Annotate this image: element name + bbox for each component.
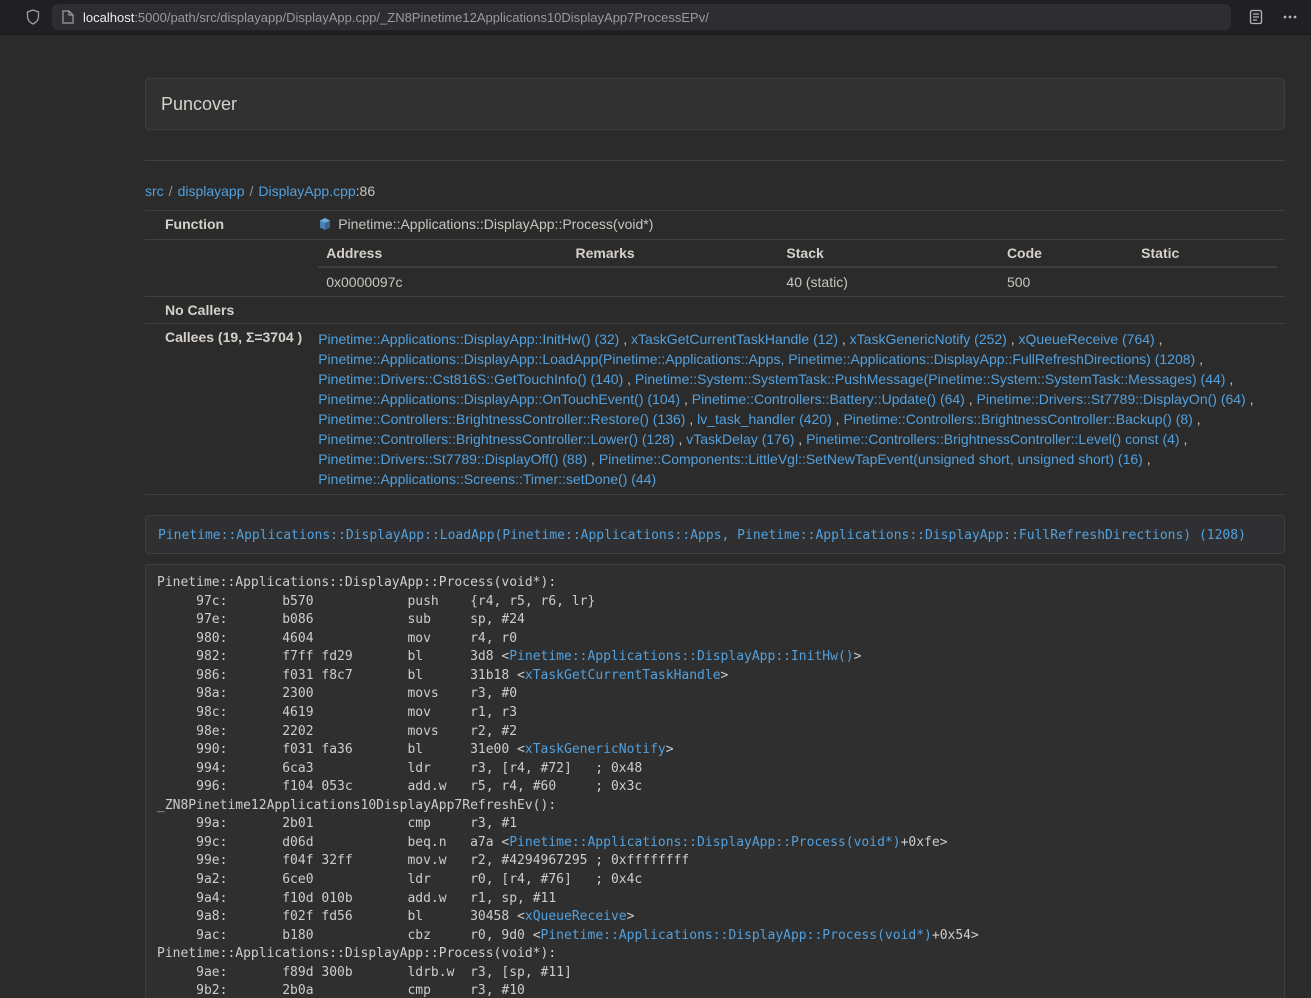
breadcrumb-line-number: :86 — [356, 183, 375, 199]
callee-panel: Pinetime::Applications::DisplayApp::Load… — [145, 515, 1285, 554]
callee-link[interactable]: xTaskGenericNotify (252) — [850, 331, 1007, 347]
url-bar[interactable]: localhost:5000/path/src/displayapp/Displ… — [52, 4, 1231, 30]
callee-link[interactable]: xQueueReceive (764) — [1019, 331, 1155, 347]
callee-link[interactable]: Pinetime::Drivers::St7789::DisplayOn() (… — [977, 391, 1246, 407]
overflow-menu-icon[interactable] — [1279, 6, 1301, 28]
callees-list: Pinetime::Applications::DisplayApp::Init… — [310, 324, 1285, 495]
page-content: Puncover src/displayapp/DisplayApp.cpp:8… — [145, 35, 1285, 998]
callee-link[interactable]: Pinetime::Applications::DisplayApp::Load… — [318, 351, 1195, 367]
callee-link[interactable]: Pinetime::Components::LittleVgl::SetNewT… — [599, 451, 1143, 467]
stack-value: 40 (static) — [778, 267, 999, 296]
stats-table: Address Remarks Stack Code Static 0x0000… — [318, 240, 1277, 296]
symbol-link[interactable]: Pinetime::Applications::DisplayApp::Init… — [509, 649, 853, 664]
callee-link[interactable]: Pinetime::Applications::DisplayApp::OnTo… — [318, 391, 680, 407]
function-row: Function Pinetime::Applications::Display… — [145, 211, 1285, 240]
col-header-static: Static — [1133, 240, 1277, 267]
function-name: Pinetime::Applications::DisplayApp::Proc… — [338, 216, 653, 232]
callee-link[interactable]: xTaskGetCurrentTaskHandle (12) — [631, 331, 838, 347]
col-header-address: Address — [318, 240, 567, 267]
col-header-stack: Stack — [778, 240, 999, 267]
callee-link[interactable]: Pinetime::System::SystemTask::PushMessag… — [635, 371, 1226, 387]
callee-link[interactable]: vTaskDelay (176) — [686, 431, 794, 447]
callees-row: Callees (19, Σ=3704 ) Pinetime::Applicat… — [145, 324, 1285, 495]
callee-link[interactable]: Pinetime::Controllers::BrightnessControl… — [318, 431, 674, 447]
divider — [145, 160, 1285, 161]
reader-view-icon[interactable] — [1245, 6, 1267, 28]
callee-heading-link[interactable]: Pinetime::Applications::DisplayApp::Load… — [158, 528, 1246, 543]
breadcrumb-separator: / — [169, 183, 173, 199]
document-icon — [61, 6, 75, 28]
function-label: Function — [145, 211, 310, 240]
symbol-link[interactable]: Pinetime::Applications::DisplayApp::Proc… — [509, 835, 900, 850]
callee-link[interactable]: Pinetime::Applications::Screens::Timer::… — [318, 471, 656, 487]
breadcrumb-link-file[interactable]: DisplayApp.cpp — [258, 183, 355, 199]
callee-link[interactable]: Pinetime::Applications::DisplayApp::Init… — [318, 331, 619, 347]
col-header-remarks: Remarks — [568, 240, 779, 267]
no-callers-row: No Callers — [145, 297, 1285, 324]
col-header-code: Code — [999, 240, 1133, 267]
code-value: 500 — [999, 267, 1133, 296]
browser-toolbar: localhost:5000/path/src/displayapp/Displ… — [0, 0, 1311, 35]
symbol-table: Function Pinetime::Applications::Display… — [145, 210, 1285, 495]
brand-link[interactable]: Puncover — [161, 94, 237, 115]
url-host: localhost — [83, 10, 134, 25]
callee-link[interactable]: Pinetime::Controllers::BrightnessControl… — [806, 431, 1179, 447]
symbol-link[interactable]: xTaskGenericNotify — [525, 742, 666, 757]
symbol-link[interactable]: xTaskGetCurrentTaskHandle — [525, 668, 721, 683]
url-text: localhost:5000/path/src/displayapp/Displ… — [83, 10, 709, 25]
remarks-value — [568, 267, 779, 296]
stats-values-row: 0x0000097c 40 (static) 500 — [318, 267, 1277, 296]
symbol-link[interactable]: xQueueReceive — [525, 909, 627, 924]
breadcrumb-link-src[interactable]: src — [145, 183, 164, 199]
no-callers-label: No Callers — [145, 297, 310, 324]
address-value: 0x0000097c — [318, 267, 567, 296]
disassembly-code: Pinetime::Applications::DisplayApp::Proc… — [145, 564, 1285, 998]
static-value — [1133, 267, 1277, 296]
callee-link[interactable]: Pinetime::Controllers::BrightnessControl… — [318, 411, 685, 427]
shield-icon[interactable] — [22, 6, 44, 28]
breadcrumb-separator: / — [250, 183, 254, 199]
callees-label: Callees (19, Σ=3704 ) — [145, 324, 310, 495]
breadcrumb: src/displayapp/DisplayApp.cpp:86 — [145, 181, 1285, 201]
url-path: :5000/path/src/displayapp/DisplayApp.cpp… — [134, 10, 709, 25]
callee-link[interactable]: Pinetime::Controllers::BrightnessControl… — [843, 411, 1192, 427]
callee-link[interactable]: Pinetime::Controllers::Battery::Update()… — [692, 391, 965, 407]
stats-row: Address Remarks Stack Code Static 0x0000… — [145, 240, 1285, 297]
symbol-link[interactable]: Pinetime::Applications::DisplayApp::Proc… — [541, 928, 932, 943]
breadcrumb-link-displayapp[interactable]: displayapp — [178, 183, 245, 199]
callee-link[interactable]: Pinetime::Drivers::St7789::DisplayOff() … — [318, 451, 587, 467]
function-cube-icon — [318, 217, 332, 234]
navbar: Puncover — [145, 78, 1285, 130]
callee-link[interactable]: Pinetime::Drivers::Cst816S::GetTouchInfo… — [318, 371, 623, 387]
callee-link[interactable]: lv_task_handler (420) — [697, 411, 832, 427]
